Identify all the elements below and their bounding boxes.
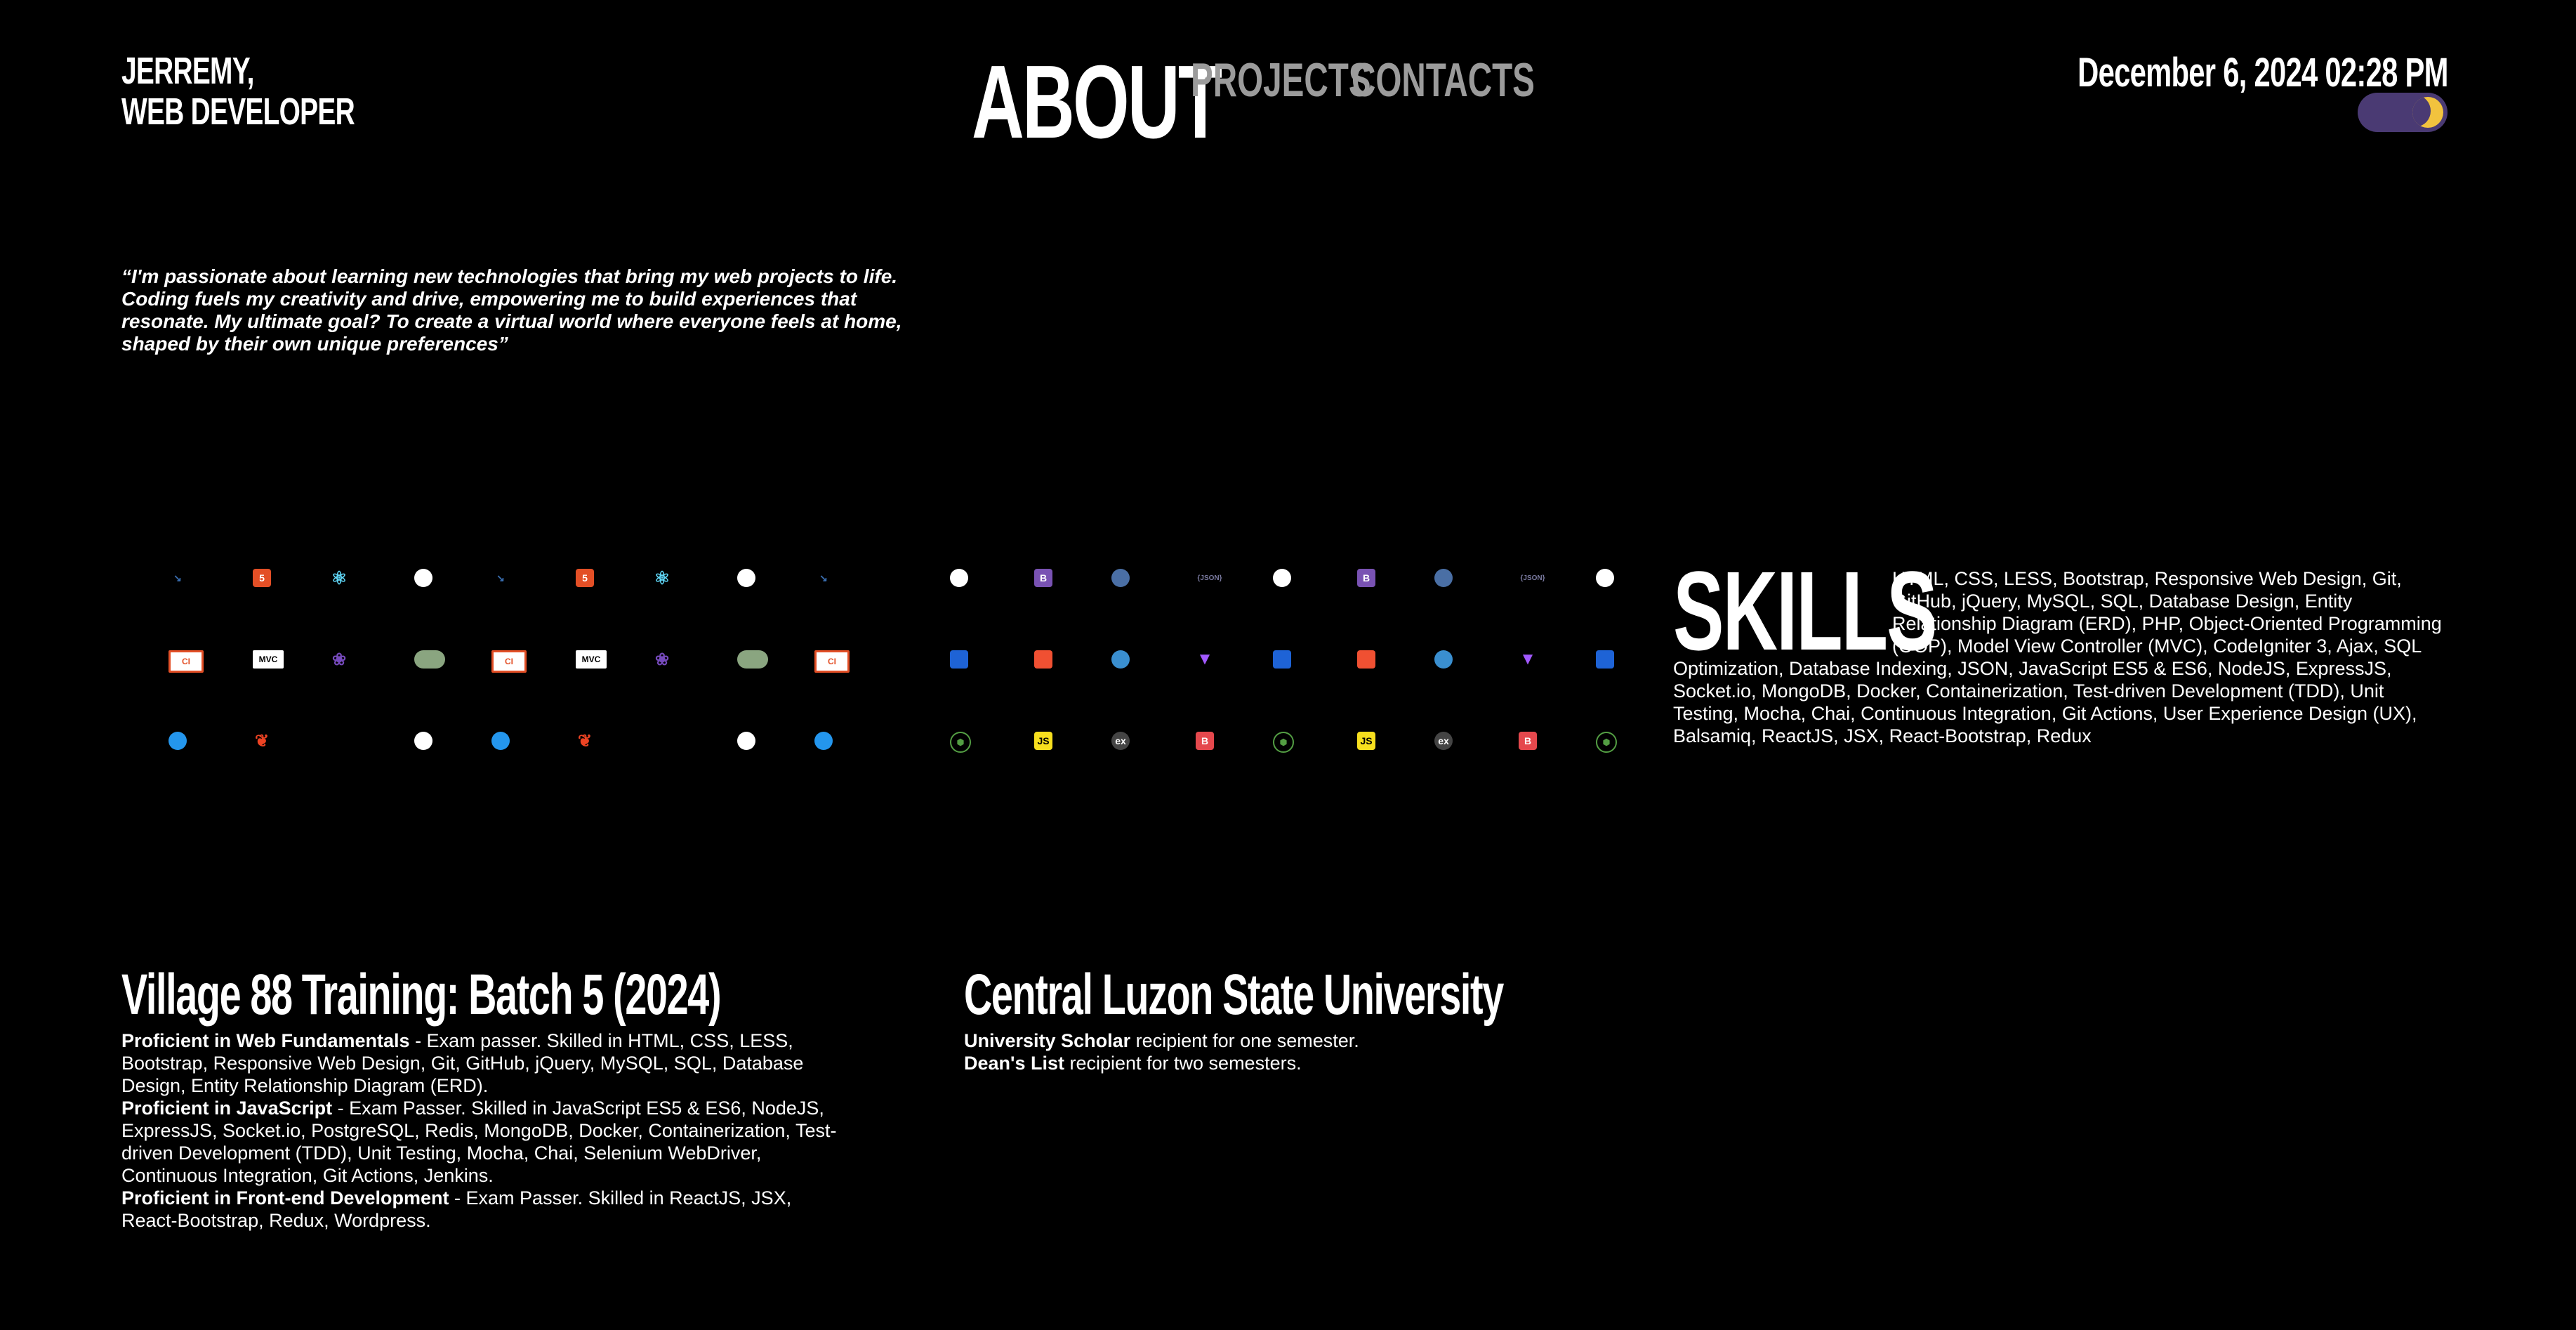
github-actions-icon <box>1273 569 1291 587</box>
education-details-clsu: University Scholar recipient for one sem… <box>964 1029 1666 1074</box>
nodejs-hex-icon: ⬢ <box>1596 732 1617 753</box>
trello-icon <box>1596 650 1614 669</box>
education-item-heading: Proficient in Front-end Development <box>121 1187 449 1209</box>
github-icon <box>737 732 755 750</box>
about-quote: “I'm passionate about learning new techn… <box>121 265 902 355</box>
redux-icon: ❀ <box>331 650 347 669</box>
vite-icon: ▼ <box>1519 650 1536 669</box>
about-page: JERREMY, WEB DEVELOPER ABOUT PROJECTS CO… <box>0 0 2576 1330</box>
codeigniter-icon: CI <box>814 650 850 673</box>
education-item: University Scholar recipient for one sem… <box>964 1029 1666 1052</box>
docker-icon <box>169 732 187 750</box>
nodejs-hex-icon: ⬢ <box>950 732 971 753</box>
education-item-heading: Dean's List <box>964 1053 1064 1074</box>
erd-icon <box>737 650 768 669</box>
balsamiq-icon <box>1111 569 1130 587</box>
education-item: Proficient in Web Fundamentals - Exam pa… <box>121 1029 838 1097</box>
ajax-icon: ↘ <box>496 572 505 584</box>
codeigniter-flame-icon: ❦ <box>254 731 270 751</box>
education-item-text: recipient for one semester. <box>1130 1030 1359 1051</box>
json-icon: {JSON} <box>1197 574 1222 582</box>
git-icon <box>1357 650 1375 669</box>
nodejs-icon <box>737 569 755 587</box>
socketio-icon <box>1434 650 1453 669</box>
mvc-icon: MVC <box>253 650 284 669</box>
codeigniter-icon: CI <box>169 650 204 673</box>
theme-toggle[interactable] <box>2358 93 2448 132</box>
bootstrap-red-icon: B <box>1196 732 1214 750</box>
codeigniter-flame-icon: ❦ <box>577 731 593 751</box>
education-item-heading: Proficient in JavaScript <box>121 1098 333 1119</box>
moon-icon <box>2412 97 2443 128</box>
education-item-text: recipient for two semesters. <box>1064 1053 1302 1074</box>
erd-icon <box>414 650 445 669</box>
html-icon: 5 <box>576 569 594 587</box>
ajax-icon: ↘ <box>819 572 828 584</box>
docker-icon <box>491 732 510 750</box>
education-title-clsu: Central Luzon State University <box>964 963 1504 1027</box>
github-actions-icon <box>1596 569 1614 587</box>
nav-projects-link[interactable]: PROJECTS <box>1191 56 1371 104</box>
bootstrap-red-icon: B <box>1519 732 1537 750</box>
vite-icon: ▼ <box>1196 650 1213 669</box>
json-icon: {JSON} <box>1520 574 1545 582</box>
education-title-village88: Village 88 Training: Batch 5 (2024) <box>121 963 722 1027</box>
skills-icon-marquee-left: ↘ 5 ⚛ ↘ 5 ⚛ ↘ CI MVC ❀ CI MVC ❀ CI ❦ ❦ <box>169 562 871 765</box>
javascript-icon: JS <box>1357 732 1375 750</box>
brand-logo[interactable]: JERREMY, WEB DEVELOPER <box>121 51 445 132</box>
skills-icon-marquee-right: B {JSON} B {JSON} ▼ ▼ ⬢ JS ex B ⬢ JS ex B ⬢ <box>950 562 1638 765</box>
education-item-heading: Proficient in Web Fundamentals <box>121 1030 410 1051</box>
docker-icon <box>814 732 833 750</box>
brand-role: WEB DEVELOPER <box>121 91 355 133</box>
git-icon <box>1034 650 1052 669</box>
education-item: Proficient in JavaScript - Exam Passer. … <box>121 1097 838 1187</box>
codeigniter-icon: CI <box>491 650 527 673</box>
education-item-heading: University Scholar <box>964 1030 1131 1051</box>
nodejs-hex-icon: ⬢ <box>1273 732 1294 753</box>
javascript-icon: JS <box>1034 732 1052 750</box>
brand-name: JERREMY, <box>121 50 254 92</box>
education-item: Proficient in Front-end Development - Ex… <box>121 1187 838 1232</box>
nav-about-link[interactable]: ABOUT <box>972 51 1222 154</box>
ajax-icon: ↘ <box>173 572 182 584</box>
react-icon: ⚛ <box>654 567 671 588</box>
express-icon: ex <box>1111 732 1130 750</box>
html-icon: 5 <box>253 569 271 587</box>
trello-icon <box>1273 650 1291 669</box>
education-item: Dean's List recipient for two semesters. <box>964 1052 1666 1074</box>
mvc-icon: MVC <box>576 650 607 669</box>
react-icon: ⚛ <box>331 567 348 588</box>
current-datetime: December 6, 2024 02:28 PM <box>2078 50 2448 96</box>
socketio-icon <box>1111 650 1130 669</box>
nodejs-icon <box>414 569 432 587</box>
express-icon: ex <box>1434 732 1453 750</box>
nav-contacts-link[interactable]: CONTACTS <box>1352 56 1535 104</box>
education-details-village88: Proficient in Web Fundamentals - Exam pa… <box>121 1029 838 1232</box>
github-actions-icon <box>950 569 968 587</box>
github-icon <box>414 732 432 750</box>
redux-icon: ❀ <box>654 650 670 669</box>
trello-icon <box>950 650 968 669</box>
bootstrap-icon: B <box>1357 569 1375 587</box>
balsamiq-icon <box>1434 569 1453 587</box>
bootstrap-icon: B <box>1034 569 1052 587</box>
skills-list: HTML, CSS, LESS, Bootstrap, Responsive W… <box>1673 568 2442 746</box>
